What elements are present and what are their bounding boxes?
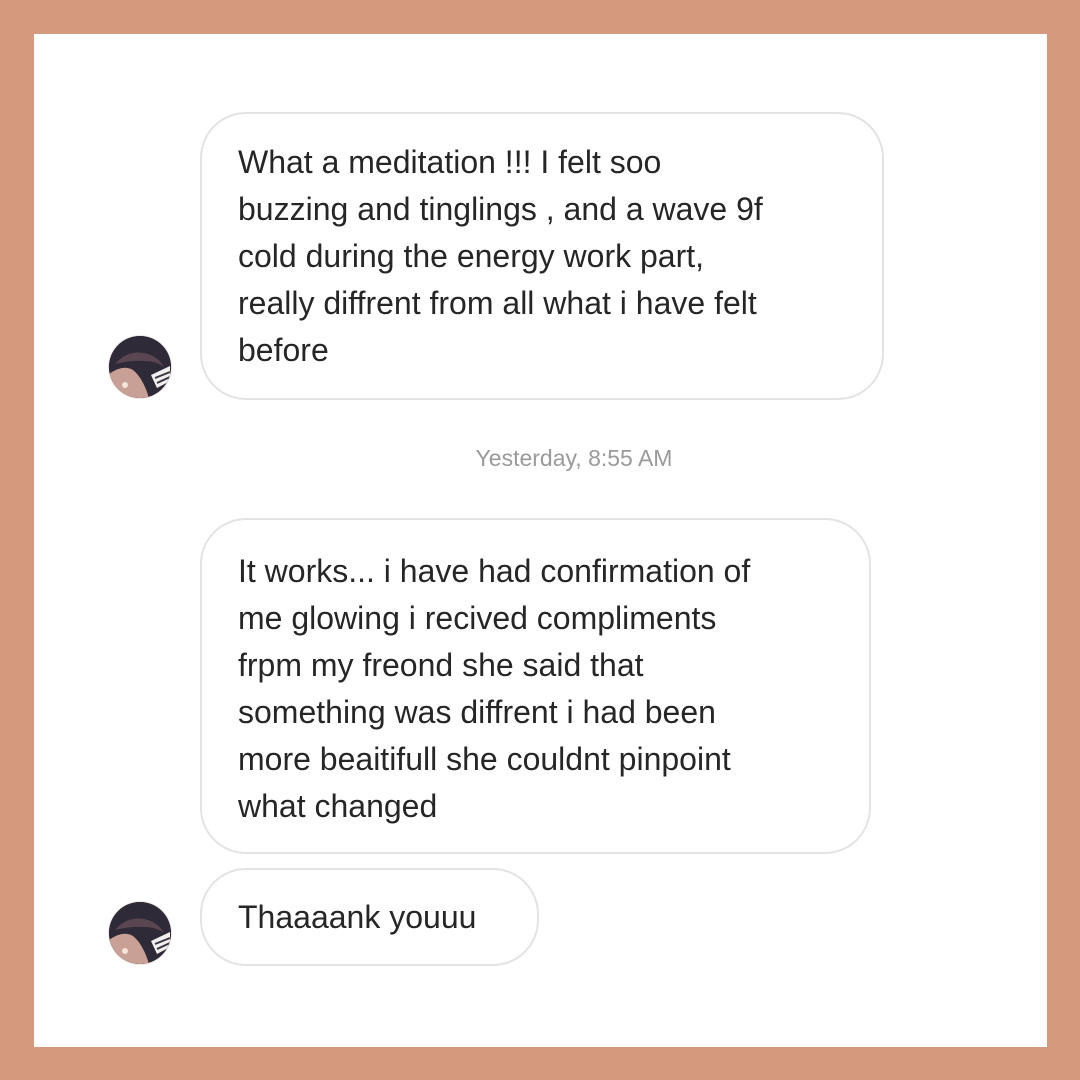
message-timestamp: Yesterday, 8:55 AM bbox=[475, 445, 673, 471]
sender-avatar[interactable] bbox=[109, 902, 171, 964]
sender-avatar[interactable] bbox=[109, 336, 171, 398]
profile-photo-icon bbox=[109, 336, 171, 398]
message-bubble-1[interactable]: What a meditation !!! I felt soo buzzing… bbox=[200, 112, 884, 400]
profile-photo-icon bbox=[109, 902, 171, 964]
chat-frame: What a meditation !!! I felt soo buzzing… bbox=[34, 34, 1047, 1047]
message-bubble-3[interactable]: Thaaaank youuu bbox=[200, 868, 539, 966]
message-bubble-2[interactable]: It works... i have had confirmation of m… bbox=[200, 518, 871, 854]
